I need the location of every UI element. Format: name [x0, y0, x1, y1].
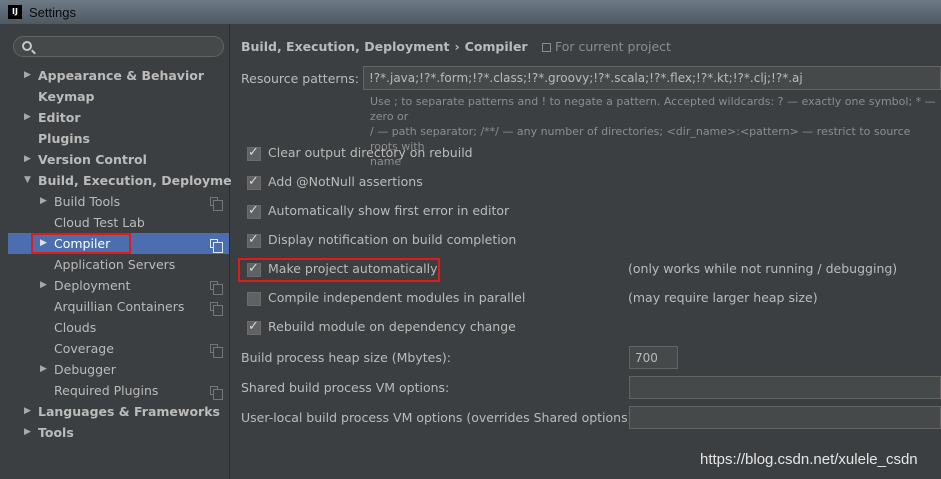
option-note: (only works while not running / debuggin…	[628, 261, 898, 276]
sidebar-item-application-servers[interactable]: Application Servers	[0, 254, 229, 275]
sidebar-item-label: Tools	[38, 425, 74, 440]
sidebar-item-label: Version Control	[38, 152, 147, 167]
option-note: (may require larger heap size)	[628, 290, 818, 305]
sidebar-item-label: Appearance & Behavior	[38, 68, 204, 83]
settings-tree: ▶ Appearance & Behavior Keymap ▶ Editor Plugi…	[0, 65, 246, 443]
sidebar-item-clouds[interactable]: Clouds	[0, 317, 229, 338]
sidebar-item-label: Coverage	[54, 341, 114, 356]
project-scope-icon	[210, 302, 223, 316]
sidebar-item-editor[interactable]: ▶ Editor	[0, 107, 229, 128]
project-scope-icon	[541, 43, 551, 52]
project-scope-icon	[210, 197, 223, 211]
sidebar-item-label: Application Servers	[54, 257, 176, 272]
compiler-settings-panel: Build, Execution, Deployment › Compiler Fo…	[231, 24, 941, 479]
sidebar-item-label: Languages & Frameworks	[38, 404, 220, 419]
shared-vm-options-field[interactable]	[629, 376, 941, 399]
option-label: Compile independent modules in parallel	[268, 290, 526, 305]
scope-label: For current project	[554, 39, 671, 54]
checked-checkbox-icon[interactable]	[247, 174, 261, 190]
checked-checkbox-icon[interactable]	[247, 145, 261, 161]
sidebar-item-coverage[interactable]: Coverage	[0, 338, 229, 359]
watermark-text: https://blog.csdn.net/xulele_csdn	[700, 451, 918, 468]
option-checkbox-1[interactable]: Add @NotNull assertions	[247, 173, 607, 193]
sidebar-item-required-plugins[interactable]: Required Plugins	[0, 380, 229, 401]
breadcrumb: Build, Execution, Deployment › Compiler Fo…	[241, 39, 671, 54]
unchecked-checkbox-icon[interactable]	[247, 292, 261, 306]
sidebar-item-label: Build, Execution, Deployment	[38, 173, 247, 188]
sidebar-item-label: Keymap	[38, 89, 95, 104]
collapsed-arrow-icon[interactable]: ▶	[40, 359, 50, 380]
sidebar-item-deployment[interactable]: ▶ Deployment	[0, 275, 229, 296]
option-checkbox-6[interactable]: Rebuild module on dependency change	[247, 318, 607, 338]
sidebar-item-plugins[interactable]: Plugins	[0, 128, 229, 149]
option-label: Clear output directory on rebuild	[268, 145, 473, 160]
sidebar-item-label: Build Tools	[54, 194, 121, 209]
local-vm-options-label: User-local build process VM options (ove…	[241, 410, 637, 425]
sidebar-item-build-tools[interactable]: ▶ Build Tools	[0, 191, 229, 212]
sidebar-item-debugger[interactable]: ▶ Debugger	[0, 359, 229, 380]
collapsed-arrow-icon[interactable]: ▶	[24, 107, 34, 128]
project-scope-icon	[210, 386, 223, 400]
option-label: Add @NotNull assertions	[268, 174, 423, 189]
heap-size-field[interactable]: 700	[629, 346, 678, 369]
sidebar-item-keymap[interactable]: Keymap	[0, 86, 229, 107]
local-vm-options-field[interactable]	[629, 406, 941, 429]
sidebar-item-label: Arquillian Containers	[54, 299, 185, 314]
sidebar-item-label: Debugger	[54, 362, 116, 377]
breadcrumb-parent[interactable]: Build, Execution, Deployment	[241, 39, 449, 54]
collapsed-arrow-icon[interactable]: ▶	[24, 422, 34, 443]
checked-checkbox-icon[interactable]	[247, 319, 261, 335]
checked-checkbox-icon[interactable]	[247, 203, 261, 219]
make-project-highlight-box	[238, 258, 440, 282]
title-bar: IJ Settings	[0, 0, 941, 24]
project-scope-icon	[210, 239, 223, 253]
collapsed-arrow-icon[interactable]: ▶	[40, 275, 50, 296]
option-checkbox-0[interactable]: Clear output directory on rebuild	[247, 144, 607, 164]
sidebar-item-cloud-test-lab[interactable]: Cloud Test Lab	[0, 212, 229, 233]
expanded-arrow-icon[interactable]: ▼	[24, 170, 34, 191]
sidebar-item-label: Plugins	[38, 131, 90, 146]
collapsed-arrow-icon[interactable]: ▶	[24, 149, 34, 170]
sidebar-item-label: Deployment	[54, 278, 131, 293]
search-input[interactable]	[38, 38, 218, 55]
sidebar-item-label: Editor	[38, 110, 81, 125]
window-title: Settings	[29, 4, 76, 20]
collapsed-arrow-icon[interactable]: ▶	[24, 401, 34, 422]
hint-line-1: Use ; to separate patterns and ! to nega…	[370, 95, 936, 123]
project-scope-icon	[210, 281, 223, 295]
collapsed-arrow-icon[interactable]: ▶	[24, 65, 34, 86]
shared-vm-options-label: Shared build process VM options:	[241, 380, 450, 395]
compiler-highlight-box	[31, 233, 131, 254]
resource-patterns-label: Resource patterns:	[241, 71, 359, 86]
sidebar-item-label: Required Plugins	[54, 383, 159, 398]
sidebar-item-appearance-behavior[interactable]: ▶ Appearance & Behavior	[0, 65, 229, 86]
project-scope-icon	[210, 344, 223, 358]
option-checkbox-3[interactable]: Display notification on build completion	[247, 231, 607, 251]
option-label: Automatically show first error in editor	[268, 203, 510, 218]
option-checkbox-5[interactable]: Compile independent modules in parallel	[247, 289, 607, 309]
sidebar-item-languages-frameworks[interactable]: ▶ Languages & Frameworks	[0, 401, 229, 422]
option-checkbox-2[interactable]: Automatically show first error in editor	[247, 202, 607, 222]
intellij-logo-icon: IJ	[8, 5, 22, 19]
checked-checkbox-icon[interactable]	[247, 232, 261, 248]
sidebar-item-version-control[interactable]: ▶ Version Control	[0, 149, 229, 170]
sidebar-item-tools[interactable]: ▶ Tools	[0, 422, 229, 443]
sidebar-item-build-execution-deployment[interactable]: ▼ Build, Execution, Deployment	[0, 170, 246, 191]
option-label: Display notification on build completion	[268, 232, 517, 247]
sidebar-item-label: Cloud Test Lab	[54, 215, 145, 230]
search-box[interactable]	[13, 36, 224, 57]
sidebar-item-arquillian-containers[interactable]: Arquillian Containers	[0, 296, 229, 317]
breadcrumb-current: Compiler	[464, 39, 528, 54]
resource-patterns-field[interactable]: !?*.java;!?*.form;!?*.class;!?*.groovy;!…	[363, 66, 941, 90]
search-icon	[22, 41, 32, 51]
breadcrumb-separator: ›	[454, 39, 460, 54]
option-label: Rebuild module on dependency change	[268, 319, 516, 334]
heap-size-label: Build process heap size (Mbytes):	[241, 350, 451, 365]
sidebar-item-label: Clouds	[54, 320, 97, 335]
collapsed-arrow-icon[interactable]: ▶	[40, 191, 50, 212]
